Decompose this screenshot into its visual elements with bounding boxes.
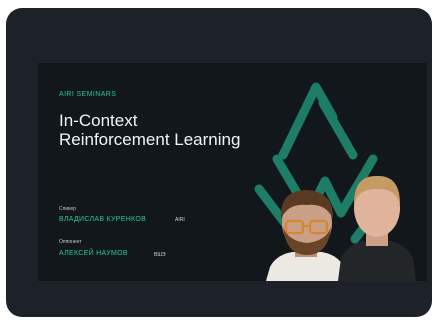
opponent-org: ВШЭ xyxy=(154,252,166,258)
seminar-title: In-Context Reinforcement Learning xyxy=(59,111,240,149)
title-line-2: Reinforcement Learning xyxy=(59,130,241,149)
title-line-1: In-Context xyxy=(59,111,138,130)
seminar-card[interactable]: AIRI SEMINARS In-Context Reinforcement L… xyxy=(6,8,432,317)
seminar-tag: AIRI SEMINARS xyxy=(59,91,117,98)
speaker-photo xyxy=(266,190,348,281)
opponent-role: Оппонент xyxy=(59,239,82,245)
seminar-banner: AIRI SEMINARS In-Context Reinforcement L… xyxy=(38,63,427,281)
opponent-photo xyxy=(338,175,416,281)
speaker-role: Спикер xyxy=(59,206,76,212)
speaker-org: AIRI xyxy=(175,217,185,223)
opponent-name: АЛЕКСЕЙ НАУМОВ xyxy=(59,250,128,257)
speaker-name: ВЛАДИСЛАВ КУРЕНКОВ xyxy=(59,216,147,223)
